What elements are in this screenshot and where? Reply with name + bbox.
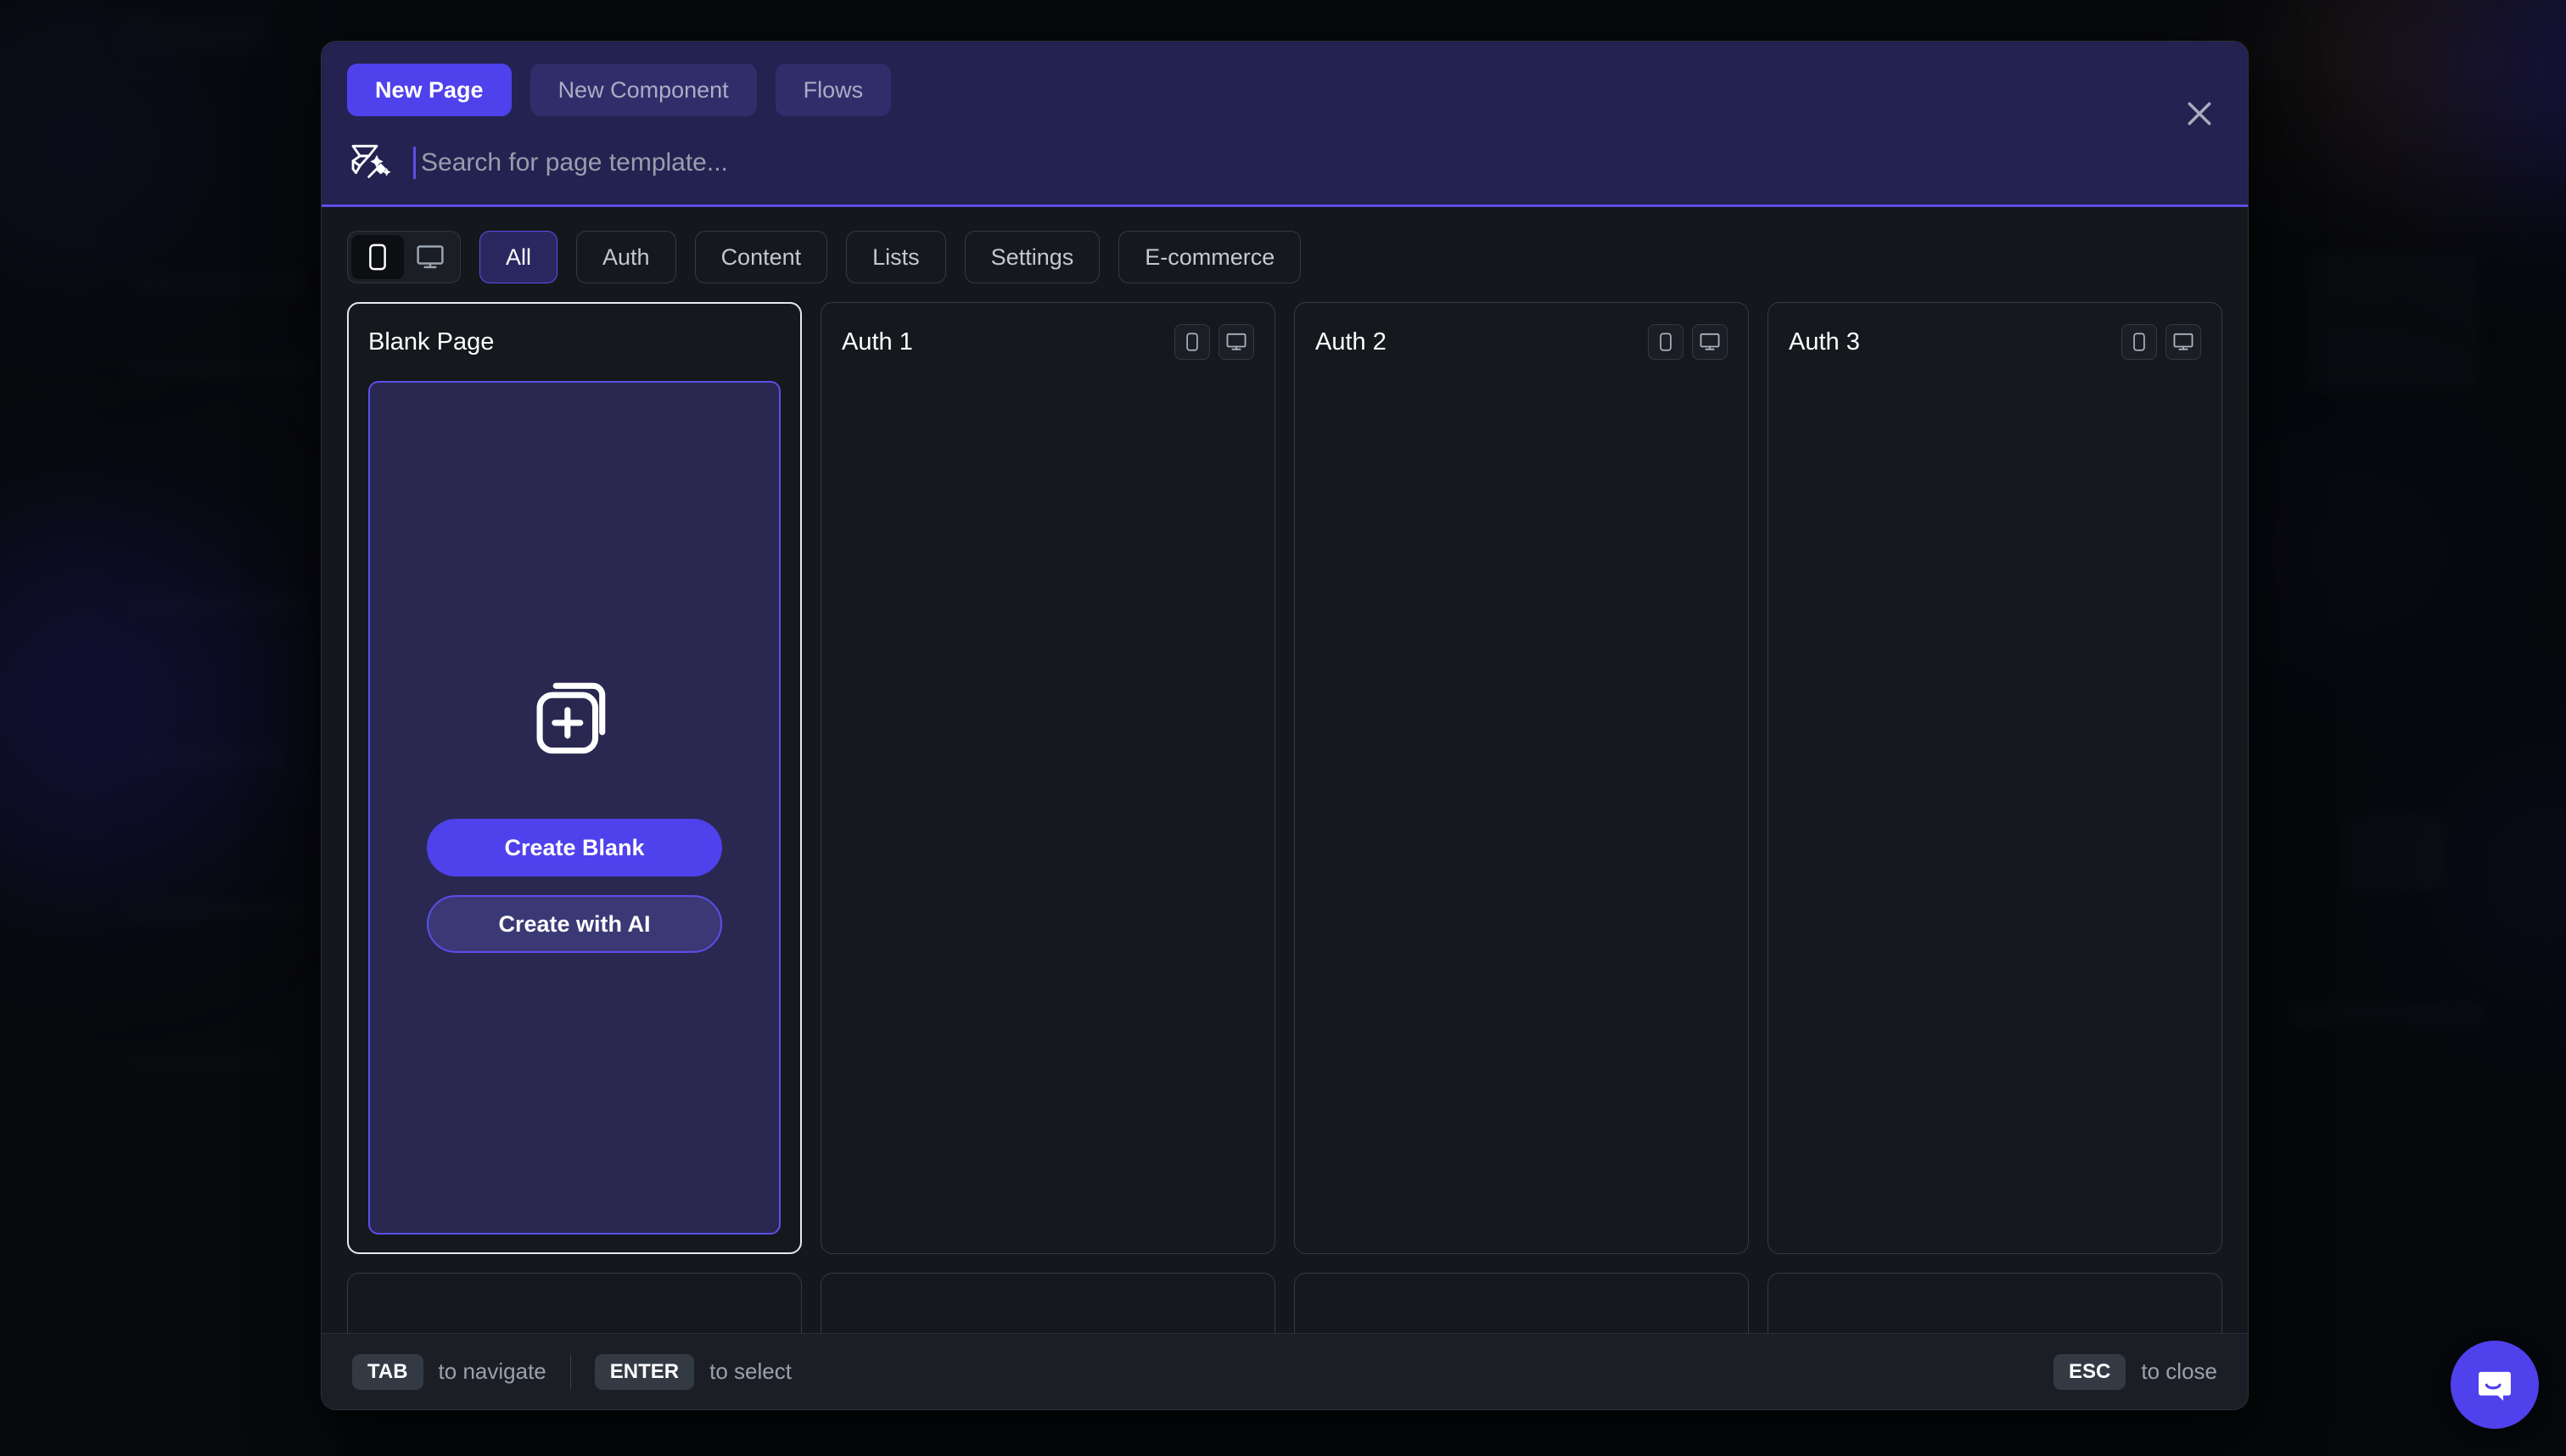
template-card-title: Blank Page	[368, 328, 495, 356]
template-preview	[842, 362, 1254, 1235]
template-card-header: Auth 2	[1315, 322, 1728, 362]
template-preview	[1789, 362, 2201, 1235]
template-device-desktop[interactable]	[1219, 324, 1254, 360]
create-with-ai-button[interactable]: Create with AI	[427, 895, 722, 953]
hint-enter: ENTER to select	[594, 1353, 792, 1390]
template-device-desktop[interactable]	[2165, 324, 2201, 360]
hint-esc: ESC to close	[2053, 1353, 2217, 1390]
hint-tab-text: to navigate	[438, 1358, 546, 1384]
key-enter: ENTER	[594, 1353, 695, 1390]
search-input-wrap	[413, 139, 2222, 187]
blank-page-preview: Create Blank Create with AI	[368, 381, 781, 1235]
device-toggle-desktop[interactable]	[404, 235, 457, 279]
search-row	[347, 116, 2222, 204]
intercom-chat-launcher[interactable]	[2451, 1341, 2539, 1429]
template-device-toggle	[2121, 324, 2201, 360]
template-card-auth-2[interactable]: Auth 2	[1294, 302, 1749, 1254]
template-preview	[1315, 362, 1728, 1235]
device-toggle-mobile[interactable]	[351, 235, 404, 279]
category-lists[interactable]: Lists	[846, 231, 946, 283]
tab-new-page[interactable]: New Page	[347, 64, 512, 116]
template-device-desktop[interactable]	[1692, 324, 1728, 360]
hint-esc-text: to close	[2141, 1358, 2217, 1384]
template-grid-scroll[interactable]: Blank Page Create Blank Create with AI A…	[322, 302, 2248, 1333]
modal-footer: TAB to navigate ENTER to select ESC to c…	[322, 1333, 2248, 1409]
add-page-stack-icon	[536, 682, 606, 754]
template-card-title: Auth 3	[1789, 328, 1860, 356]
template-card-next-row[interactable]	[1768, 1273, 2222, 1333]
chat-bubble-icon	[2479, 1371, 2511, 1401]
hint-tab: TAB to navigate	[352, 1353, 546, 1390]
category-auth[interactable]: Auth	[576, 231, 676, 283]
template-device-toggle	[1174, 324, 1254, 360]
tab-new-component[interactable]: New Component	[529, 64, 757, 116]
close-icon[interactable]	[2180, 94, 2219, 133]
hint-enter-text: to select	[709, 1358, 792, 1384]
create-blank-button[interactable]: Create Blank	[427, 819, 722, 876]
template-device-mobile[interactable]	[1648, 324, 1684, 360]
template-card-header: Auth 3	[1789, 322, 2201, 362]
template-card-title: Auth 1	[842, 328, 913, 356]
category-settings[interactable]: Settings	[964, 231, 1101, 283]
template-device-mobile[interactable]	[1174, 324, 1210, 360]
template-device-toggle	[1648, 324, 1728, 360]
template-card-header: Blank Page	[368, 322, 781, 362]
template-device-mobile[interactable]	[2121, 324, 2157, 360]
category-ecommerce[interactable]: E-commerce	[1118, 231, 1302, 283]
tab-flows[interactable]: Flows	[775, 64, 892, 116]
page-template-picker-modal: New Page New Component Flows Search for …	[321, 41, 2249, 1410]
modal-header: New Page New Component Flows	[322, 42, 2248, 207]
flutterflow-magic-logo-icon	[351, 144, 391, 178]
category-content[interactable]: Content	[694, 231, 828, 283]
template-card-next-row[interactable]	[1294, 1273, 1749, 1333]
template-card-auth-3[interactable]: Auth 3	[1768, 302, 2222, 1254]
template-card-title: Auth 2	[1315, 328, 1387, 356]
device-toggle	[347, 231, 461, 283]
template-card-blank-page[interactable]: Blank Page Create Blank Create with AI	[347, 302, 802, 1254]
template-card-auth-1[interactable]: Auth 1	[821, 302, 1275, 1254]
template-grid: Blank Page Create Blank Create with AI A…	[347, 302, 2222, 1333]
key-esc: ESC	[2053, 1353, 2126, 1390]
template-card-next-row[interactable]	[821, 1273, 1275, 1333]
template-card-next-row[interactable]	[347, 1273, 802, 1333]
mode-tab-list: New Page New Component Flows	[347, 64, 2222, 116]
filter-bar: All Auth Content Lists Settings E-commer…	[322, 207, 2248, 302]
template-card-header: Auth 1	[842, 322, 1254, 362]
hint-divider	[569, 1354, 571, 1389]
category-all[interactable]: All	[479, 231, 558, 283]
search-input[interactable]	[416, 139, 2222, 187]
key-tab: TAB	[352, 1353, 423, 1390]
